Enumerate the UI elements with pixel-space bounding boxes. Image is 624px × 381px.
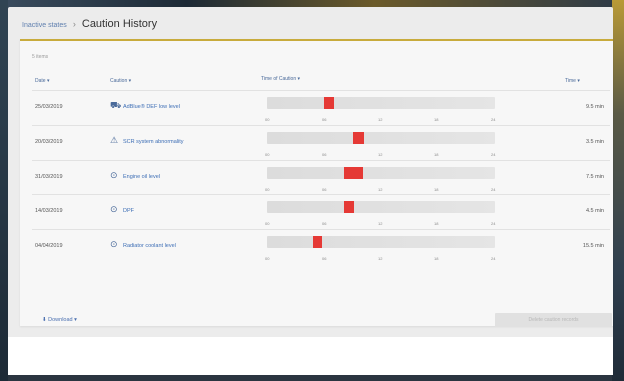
timeline-tick-label: 12 [378, 221, 383, 226]
timeline-tick-label: 00 [265, 117, 270, 122]
caution-history-panel: Inactive states › Caution History 5 item… [8, 7, 613, 375]
background-right [612, 0, 624, 381]
panel-bottom-area [8, 337, 613, 375]
timeline-tick-label: 00 [265, 187, 270, 192]
row-caution-label: AdBlue® DEF low level [123, 104, 180, 110]
row-date: 04/04/2019 [35, 243, 63, 249]
dpf-icon: ⊙ [110, 204, 118, 214]
timeline-tick-label: 00 [265, 221, 270, 226]
column-header-time[interactable]: Time ▾ [565, 78, 580, 84]
timeline-tick-label: 18 [434, 187, 439, 192]
car-icon: ⛟ [110, 100, 122, 110]
download-button[interactable]: ⬇ Download ▾ [42, 317, 77, 323]
caution-row[interactable]: 14/03/2019 ⊙ DPF 00 06 12 18 24 4.5 min [32, 194, 610, 229]
row-duration: 9.5 min [585, 104, 604, 110]
caution-time-marker [312, 236, 323, 248]
timeline-tick-label: 12 [378, 256, 383, 261]
row-duration: 3.5 min [585, 139, 604, 145]
coolant-icon: ⊙ [110, 239, 118, 249]
page-title: Caution History [81, 18, 158, 30]
timeline-tick-label: 12 [378, 152, 383, 157]
timeline-tick-label: 06 [322, 117, 327, 122]
caution-row[interactable]: 20/03/2019 ⚠ SCR system abnormality 00 06 12 1… [32, 125, 610, 160]
row-caution-link[interactable]: ⊙ Radiator coolant level [110, 239, 176, 250]
time-of-caution-track: 00 06 12 18 24 [265, 97, 495, 122]
row-caution-link[interactable]: ⊙ DPF [110, 204, 134, 215]
timeline-tick-label: 06 [322, 221, 327, 226]
timeline-tick-label: 24 [491, 187, 496, 192]
breadcrumb: Inactive states › Caution History [22, 18, 157, 30]
timeline-tick-label: 24 [491, 256, 496, 261]
row-caution-label: DPF [123, 208, 134, 214]
engine-warning-icon: ⚠ [110, 135, 119, 145]
timeline-tick-label: 18 [434, 221, 439, 226]
row-date: 14/03/2019 [35, 208, 63, 214]
caution-row[interactable]: 25/03/2019 ⛟ AdBlue® DEF low level 00 06 12 18… [32, 90, 610, 125]
row-caution-link[interactable]: ⊙ Engine oil level [110, 170, 160, 181]
caution-row[interactable]: 04/04/2019 ⊙ Radiator coolant level 00 06 12 1… [32, 229, 610, 264]
timeline-tick-label: 00 [265, 256, 270, 261]
caution-row[interactable]: 31/03/2019 ⊙ Engine oil level 00 06 12 18 24 7.5… [32, 160, 610, 195]
caution-time-marker [323, 97, 334, 109]
background-left [0, 0, 8, 381]
caution-time-marker [352, 132, 364, 144]
breadcrumb-separator: › [72, 19, 76, 29]
row-caution-label: Radiator coolant level [123, 243, 176, 249]
timeline-tick-label: 06 [322, 152, 327, 157]
oil-icon: ⊙ [110, 170, 118, 180]
caution-time-marker [344, 201, 354, 213]
timeline-tick-label: 12 [378, 117, 383, 122]
time-of-caution-track: 00 06 12 18 24 [265, 132, 495, 157]
timeline-tick-label: 06 [322, 187, 327, 192]
items-count: 5 items [32, 54, 49, 60]
column-header-time-of-caution[interactable]: Time of Caution ▾ [261, 76, 305, 82]
row-caution-link[interactable]: ⚠ SCR system abnormality [110, 135, 184, 146]
timeline-tick-label: 06 [322, 256, 327, 261]
timeline-tick-label: 18 [434, 256, 439, 261]
column-header-date[interactable]: Date ▾ [35, 78, 49, 84]
caution-list-card: 5 items Date ▾ Caution ▾ Time of Caution… [20, 39, 613, 327]
row-date: 31/03/2019 [35, 174, 63, 180]
row-caution-label: Engine oil level [123, 174, 160, 180]
time-of-caution-track: 00 06 12 18 24 [265, 236, 495, 261]
column-header-caution[interactable]: Caution ▾ [110, 78, 131, 84]
row-date: 25/03/2019 [35, 104, 63, 110]
delete-records-button[interactable]: Delete caution records [495, 313, 612, 327]
timeline-tick-label: 24 [491, 117, 496, 122]
caution-time-marker [344, 167, 363, 179]
timeline-tick-label: 12 [378, 187, 383, 192]
row-duration: 7.5 min [585, 174, 604, 180]
breadcrumb-parent-link[interactable]: Inactive states [22, 22, 67, 29]
timeline-tick-label: 00 [265, 152, 270, 157]
row-duration: 4.5 min [585, 208, 604, 214]
row-duration: 15.5 min [582, 243, 604, 249]
timeline-tick-label: 24 [491, 152, 496, 157]
timeline-tick-label: 24 [491, 221, 496, 226]
timeline-tick-label: 18 [434, 117, 439, 122]
row-caution-link[interactable]: ⛟ AdBlue® DEF low level [110, 100, 180, 112]
time-of-caution-track: 00 06 12 18 24 [265, 167, 495, 192]
row-caution-label: SCR system abnormality [123, 139, 184, 145]
time-of-caution-track: 00 06 12 18 24 [265, 201, 495, 226]
title-bar: Inactive states › Caution History [8, 7, 613, 39]
row-date: 20/03/2019 [35, 139, 63, 145]
timeline-tick-label: 18 [434, 152, 439, 157]
